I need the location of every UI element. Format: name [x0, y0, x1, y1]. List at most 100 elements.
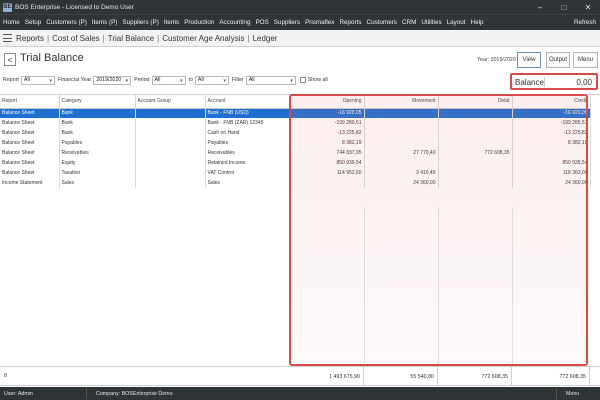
breadcrumb-separator: |	[47, 33, 50, 43]
column-header-credit[interactable]: Credit	[512, 95, 591, 109]
output-button[interactable]: Output	[546, 52, 570, 68]
cell-account-group	[135, 168, 206, 178]
window-title: BOS Enterprise - Licensed to Demo User	[15, 3, 134, 11]
cell-account-group	[135, 128, 206, 138]
filter-select[interactable]: All ▾	[245, 75, 296, 85]
report-filter-select[interactable]: All ▾	[20, 75, 55, 85]
cell-category: Equity	[59, 158, 136, 168]
menu-item-reports[interactable]: Reports	[339, 19, 361, 26]
cell-opening: 850 939,54	[290, 158, 365, 168]
table-row[interactable]: Balance Sheet Bank Cash on Hand -13 225,…	[0, 128, 591, 138]
column-header-movement[interactable]: Movement	[364, 95, 439, 109]
menu-item-home[interactable]: Home	[3, 19, 20, 26]
table-row[interactable]: Balance Sheet Bank Bank - FNB (ZAR) 1234…	[0, 118, 591, 128]
show-all-checkbox[interactable]	[299, 77, 306, 83]
view-button[interactable]: View	[517, 52, 541, 68]
table-row[interactable]: Income Statement Sales Sales 24 360,00 2…	[0, 178, 591, 188]
chevron-down-icon: ▾	[49, 77, 52, 84]
table-row[interactable]: Balance Sheet Bank Bank - FNB (USD) -16 …	[0, 108, 591, 118]
cell-category: Receivables	[59, 148, 136, 158]
menu-item-crm[interactable]: CRM	[402, 19, 416, 26]
table-row[interactable]: Balance Sheet Equity Retained Income 850…	[0, 158, 591, 168]
trial-balance-grid[interactable]: Report Category Account Group Account Op…	[0, 94, 600, 364]
column-header-account-group[interactable]: Account Group	[135, 95, 206, 109]
total-opening: 1 493 675,90	[290, 367, 364, 386]
cell-credit	[512, 148, 591, 158]
cell-movement: 3 410,40	[364, 168, 439, 178]
menu-item-items[interactable]: Items	[164, 19, 179, 26]
table-row[interactable]: Balance Sheet Receivables Receivables 74…	[0, 148, 591, 158]
column-divider	[438, 207, 439, 364]
cell-account: Bank - FNB (ZAR) 12345	[205, 118, 291, 128]
cell-debit	[438, 158, 513, 168]
back-button[interactable]: <	[4, 53, 16, 66]
minimize-button[interactable]: –	[528, 0, 552, 14]
status-bar: User: Admin Company: BOSEnterprise Demo …	[0, 387, 600, 400]
menu-bar: Home Setup Customers (P) Items (P) Suppl…	[0, 14, 600, 30]
menu-button[interactable]: Menu	[573, 52, 598, 68]
cell-opening: -16 920,05	[290, 108, 365, 118]
close-button[interactable]: ✕	[576, 0, 600, 14]
table-header-row: Report Category Account Group Account Op…	[0, 95, 591, 109]
cell-movement	[364, 128, 439, 138]
menu-item-utilities[interactable]: Utilities	[421, 19, 441, 26]
cell-credit: -199 280,51	[512, 118, 591, 128]
hamburger-menu-icon[interactable]	[3, 34, 12, 42]
menu-item-suppliers-p[interactable]: Suppliers (P)	[122, 19, 158, 26]
menu-item-layout[interactable]: Layout	[447, 19, 466, 26]
table-row[interactable]: Balance Sheet Taxation VAT Control 114 9…	[0, 168, 591, 178]
tab-customer-age-analysis[interactable]: Customer Age Analysis	[162, 34, 244, 43]
status-separator	[86, 388, 87, 399]
trial-balance-table: Report Category Account Group Account Op…	[0, 95, 591, 188]
cell-account: VAT Control	[205, 168, 291, 178]
menu-item-items-p[interactable]: Items (P)	[92, 19, 118, 26]
status-company: Company: BOSEnterprise Demo	[96, 391, 173, 397]
maximize-button[interactable]: □	[552, 0, 576, 14]
menu-item-setup[interactable]: Setup	[25, 19, 41, 26]
column-header-opening[interactable]: Opening	[290, 95, 365, 109]
menu-item-pos[interactable]: POS	[255, 19, 268, 26]
period-to-select[interactable]: All ▾	[194, 75, 229, 85]
menu-item-suppliers[interactable]: Suppliers	[274, 19, 300, 26]
cell-opening: 114 952,60	[290, 168, 365, 178]
column-header-debit[interactable]: Debit	[438, 95, 513, 109]
balance-label: Balance	[515, 78, 544, 87]
menu-item-help[interactable]: Help	[471, 19, 484, 26]
title-bar: BE BOS Enterprise - Licensed to Demo Use…	[0, 0, 600, 14]
cell-credit: -16 920,05	[512, 108, 591, 118]
tab-trial-balance[interactable]: Trial Balance	[108, 34, 154, 43]
chevron-down-icon: ▾	[290, 77, 293, 84]
chevron-down-icon: ▾	[179, 77, 183, 84]
cell-account-group	[135, 158, 206, 168]
menu-item-prismaflex[interactable]: Prismaflex	[305, 19, 334, 26]
status-menu-button[interactable]: Menu	[566, 391, 579, 397]
cell-debit	[438, 108, 513, 118]
tab-cost-of-sales[interactable]: Cost of Sales	[52, 34, 100, 43]
cell-category: Bank	[59, 118, 136, 128]
cell-debit	[438, 178, 513, 188]
balance-value: 0,00	[576, 78, 592, 87]
refresh-button[interactable]: Refresh	[574, 19, 596, 26]
menu-item-customers-p[interactable]: Customers (P)	[46, 19, 87, 26]
menu-item-customers[interactable]: Customers	[367, 19, 397, 26]
period-from-value: All	[154, 77, 161, 83]
tab-reports[interactable]: Reports	[16, 34, 44, 43]
cell-category: Bank	[59, 108, 136, 118]
column-header-report[interactable]: Report	[0, 95, 60, 109]
cell-debit	[438, 138, 513, 148]
period-from-select[interactable]: All ▾	[151, 75, 186, 85]
menu-item-production[interactable]: Production	[184, 19, 214, 26]
cell-account: Cash on Hand	[205, 128, 291, 138]
column-header-category[interactable]: Category	[59, 95, 136, 109]
year-label: Year: 2019/2020	[477, 57, 516, 63]
cell-debit	[438, 128, 513, 138]
menu-item-accounting[interactable]: Accounting	[219, 19, 250, 26]
tab-ledger[interactable]: Ledger	[253, 34, 278, 43]
totals-row: 8 1 493 675,90 55 540,80 772 608,35 772 …	[0, 366, 600, 386]
column-header-account[interactable]: Account	[205, 95, 291, 109]
row-count: 8	[4, 373, 7, 379]
table-row[interactable]: Balance Sheet Payables Payables 8 382,19…	[0, 138, 591, 148]
cell-movement	[364, 158, 439, 168]
financial-year-select[interactable]: 2019/2020 ▾	[93, 75, 132, 85]
cell-credit: 850 939,54	[512, 158, 591, 168]
